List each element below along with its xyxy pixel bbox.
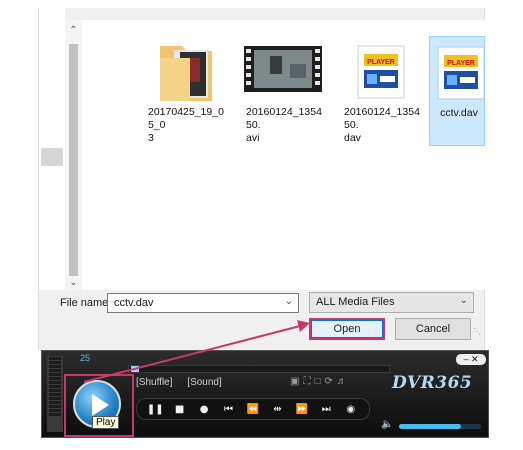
file-name: cctv.dav <box>440 107 478 119</box>
file-item-cctv-selected[interactable]: PLAYER cctv.dav <box>429 36 485 146</box>
file-name-input[interactable]: cctv.dav ⌄ <box>107 293 299 313</box>
dvr-player: 25 [Shuffle] [Sound] ▣⛶□⟳♬ ❚❚ ■ ● ⏮ ⏪ ⇹ … <box>41 350 489 438</box>
file-type-value: ALL Media Files <box>316 296 395 308</box>
shuffle-toggle[interactable]: [Shuffle] <box>136 377 173 388</box>
navigation-selection[interactable] <box>41 148 63 166</box>
open-button[interactable]: Open <box>309 318 385 340</box>
scroll-up-icon[interactable]: ⌃ <box>65 24 82 38</box>
svg-text:PLAYER: PLAYER <box>447 60 475 67</box>
player-file-icon: PLAYER <box>357 45 405 99</box>
playback-controls: ❚❚ ■ ● ⏮ ⏪ ⇹ ⏩ ⏭ ◉ <box>136 398 370 420</box>
vertical-scrollbar[interactable]: ⌃ ⌄ <box>65 20 82 290</box>
file-type-select[interactable]: ALL Media Files ⌄ <box>309 292 474 313</box>
level-meter <box>47 356 63 432</box>
seek-bar[interactable] <box>128 365 390 373</box>
file-item-video[interactable]: 20160124_135450. avi <box>236 36 328 146</box>
frame-step-icon[interactable]: ⇹ <box>266 404 288 415</box>
rewind-icon[interactable]: ⏪ <box>242 404 264 415</box>
skip-back-icon[interactable]: ⏮ <box>218 404 240 415</box>
open-file-dialog: ⌃ ⌄ 20170425_19_05_0 3 20160124_135450. … <box>38 8 486 350</box>
record-icon[interactable]: ● <box>193 404 215 415</box>
svg-text:PLAYER: PLAYER <box>367 59 395 66</box>
track-counter: 25 <box>80 353 91 363</box>
file-item-folder[interactable]: 20170425_19_05_0 3 <box>138 36 230 146</box>
volume-control[interactable]: 🔈 <box>381 419 485 433</box>
file-name-label: File name: <box>60 297 112 309</box>
play-icon <box>92 394 109 416</box>
audio-icon[interactable]: ♬ <box>337 376 351 387</box>
chevron-down-icon[interactable]: ⌄ <box>285 296 293 307</box>
file-name: 20170425_19_05_0 3 <box>148 106 224 144</box>
play-highlight: Play <box>64 374 134 437</box>
stop-icon[interactable]: ■ <box>169 404 191 415</box>
seek-knob[interactable] <box>131 366 139 372</box>
skip-forward-icon[interactable]: ⏭ <box>315 404 337 415</box>
speaker-icon[interactable]: 🔈 <box>381 419 393 430</box>
cancel-button[interactable]: Cancel <box>395 318 471 340</box>
open-button-label: Open <box>311 320 383 338</box>
volume-fill <box>399 424 461 429</box>
file-item-dav[interactable]: PLAYER 20160124_135450. dav <box>334 36 426 146</box>
file-name-value: cctv.dav <box>114 297 154 309</box>
loop-icon[interactable]: ⟳ <box>325 376 337 387</box>
pause-icon[interactable]: ❚❚ <box>144 404 166 415</box>
player-file-icon: PLAYER <box>437 46 485 100</box>
play-tooltip: Play <box>92 416 120 429</box>
brand-logo: DVR365 <box>392 373 473 393</box>
file-name: 20160124_135450. dav <box>344 106 420 144</box>
snapshot-icon[interactable]: ◉ <box>340 404 362 415</box>
fast-forward-icon[interactable]: ⏩ <box>291 404 313 415</box>
screen-icon[interactable]: ▣ <box>290 376 303 387</box>
sound-toggle[interactable]: [Sound] <box>187 377 221 388</box>
file-name: 20160124_135450. avi <box>246 106 322 144</box>
scrollbar-thumb[interactable] <box>69 44 78 276</box>
fullscreen-icon[interactable]: ⛶ <box>303 376 314 387</box>
video-thumbnail-icon <box>244 46 322 92</box>
chevron-down-icon[interactable]: ⌄ <box>460 295 468 306</box>
scroll-down-icon[interactable]: ⌄ <box>65 276 82 290</box>
file-list: 20170425_19_05_0 3 20160124_135450. avi <box>82 20 486 290</box>
window-controls: – ✕ <box>456 354 486 365</box>
close-icon[interactable]: ✕ <box>471 354 479 364</box>
folder-icon <box>160 46 212 101</box>
navigation-pane <box>39 8 65 290</box>
minimize-icon[interactable]: – <box>463 354 468 364</box>
mode-labels: [Shuffle] [Sound] <box>136 377 234 388</box>
resize-grip-icon[interactable]: ⋱ <box>473 327 481 336</box>
chat-icon[interactable]: □ <box>314 376 324 387</box>
view-options: ▣⛶□⟳♬ <box>290 376 351 387</box>
